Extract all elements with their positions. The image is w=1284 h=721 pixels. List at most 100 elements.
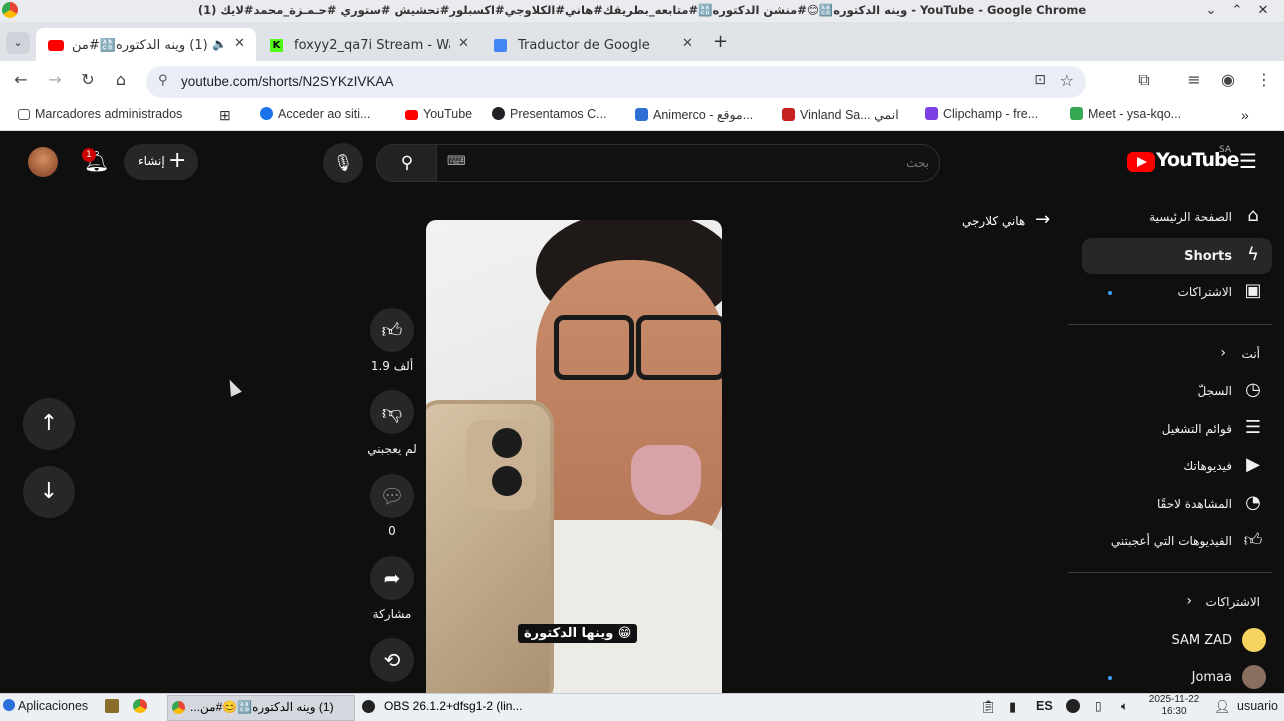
close-tab-icon[interactable]: ✕ — [682, 36, 693, 51]
remix-button[interactable]: ⟲ — [370, 638, 414, 682]
play-triangle-icon — [1137, 157, 1147, 167]
comment-count: 0 — [388, 524, 396, 538]
person-face — [536, 260, 722, 560]
network-icon[interactable]: ▮ — [1009, 699, 1016, 715]
sidebar-item-watch-later[interactable]: المشاهدة لاحقًا ◔ — [1082, 486, 1272, 522]
keyboard-icon[interactable]: ⌨ — [447, 154, 466, 169]
sidebar-item-history[interactable]: السجلّ ◷ — [1082, 373, 1272, 409]
sidebar-item-liked-videos[interactable]: الفيديوهات التي أعجبتني 👍︎ — [1082, 523, 1272, 559]
bookmark-managed[interactable]: Marcadores administrados — [18, 107, 182, 121]
files-launcher-icon[interactable] — [105, 699, 119, 713]
camera-lens — [492, 466, 522, 496]
sidebar-item-your-videos[interactable]: فيديوهاتك ▶ — [1082, 448, 1272, 484]
tab-stream[interactable]: K foxyy2_qa7i Stream - Wa ✕ — [258, 28, 480, 61]
camera-lens — [492, 428, 522, 458]
profile-icon[interactable]: ◉ — [1217, 70, 1239, 89]
chrome-launcher-icon[interactable] — [133, 699, 147, 713]
close-tab-icon[interactable]: ✕ — [458, 36, 469, 51]
extensions-icon[interactable]: ⧉ — [1133, 70, 1155, 90]
bookmark-item[interactable]: Vinland Sa... انمي — [782, 107, 899, 122]
battery-icon[interactable]: ▯ — [1095, 699, 1102, 713]
subscription-channel[interactable]: Jomaa — [1082, 659, 1272, 695]
subscriptions-icon: ▣ — [1244, 280, 1262, 301]
task-obs[interactable]: OBS 26.1.2+dfsg1-2 (lin... — [356, 695, 542, 719]
bookmark-star-icon[interactable]: ☆ — [1060, 71, 1074, 90]
notifications-badge: 1 — [82, 148, 96, 162]
sidebar-item-playlists[interactable]: قوائم التشغيل ☰ — [1082, 411, 1272, 447]
sidebar-section-subscriptions[interactable]: الاشتراكات › — [1082, 584, 1272, 620]
applications-menu[interactable]: Aplicaciones — [3, 699, 88, 713]
tab-translate[interactable]: Traductor de Google ✕ — [482, 28, 704, 61]
voice-search-button[interactable]: 🎙︎ — [323, 143, 363, 183]
home-icon[interactable]: ⌂ — [110, 70, 132, 89]
shorts-icon: ϟ — [1247, 244, 1259, 265]
sidebar-item-home[interactable]: الصفحة الرئيسية ⌂ — [1082, 199, 1272, 235]
comments-button[interactable]: 💬︎ — [370, 474, 414, 518]
chevron-right-icon: › — [1186, 593, 1192, 609]
obs-icon — [362, 700, 375, 713]
site-icon — [492, 107, 505, 120]
keyboard-layout[interactable]: ES — [1036, 699, 1053, 713]
flag-icon — [782, 108, 795, 121]
menu-icon[interactable]: ⋮ — [1253, 70, 1275, 89]
clock[interactable]: 2025-11-22 16:30 — [1142, 694, 1206, 718]
maximize-button[interactable]: ⌃ — [1228, 2, 1246, 20]
previous-short-button[interactable]: ↑ — [23, 398, 75, 450]
video-caption: وينها الدكتورة 😁 — [518, 624, 638, 643]
more-bookmarks-icon[interactable]: » — [1241, 107, 1249, 123]
speaker-icon: 🔈 — [212, 37, 227, 51]
obs-tray-icon[interactable] — [1066, 699, 1080, 713]
address-bar[interactable]: ⚲ youtube.com/shorts/N2SYKzIVKAA ⊡ ☆ — [146, 66, 1086, 98]
dislike-label: لم يعجبني — [367, 442, 417, 456]
site-info-icon[interactable]: ⚲ — [158, 73, 168, 88]
install-app-icon[interactable]: ⊡ — [1034, 72, 1046, 88]
tab-label: (1) وينه الدكتوره🔠#من — [72, 38, 208, 53]
tab-search-button[interactable]: ⌄ — [6, 32, 30, 54]
user-name[interactable]: usuario — [1237, 699, 1278, 713]
clipboard-icon[interactable]: 📋︎ — [980, 699, 997, 715]
share-button[interactable]: ➦ — [370, 556, 414, 600]
forward-icon[interactable]: → — [44, 70, 66, 89]
minimize-button[interactable]: ⌄ — [1202, 2, 1220, 20]
playlists-icon: ☰ — [1244, 417, 1262, 438]
new-tab-button[interactable]: + — [713, 31, 728, 52]
search-input[interactable] — [477, 149, 931, 177]
apps-grid-icon[interactable]: ⊞ — [219, 107, 231, 124]
channel-link[interactable]: هاني كلارجي → — [962, 209, 1050, 230]
task-chrome[interactable]: (1) وينه الدكتوره🔠😊#من... — [167, 695, 355, 721]
subscription-channel[interactable]: SAM ZAD — [1082, 622, 1272, 658]
bookmark-item[interactable]: Presentamos C... — [492, 107, 607, 121]
tab-youtube[interactable]: (1) وينه الدكتوره🔠#من 🔈 ✕ — [36, 28, 256, 61]
sidebar-item-subscriptions[interactable]: الاشتراكات ▣ — [1082, 274, 1272, 310]
task-chrome-label: (1) وينه الدكتوره🔠😊#من... — [190, 700, 334, 714]
user-icon[interactable]: 👤︎ — [1214, 699, 1231, 715]
avatar[interactable] — [28, 147, 58, 177]
bookmark-item[interactable]: Acceder ao siti... — [260, 107, 370, 121]
bookmark-item[interactable]: Clipchamp - fre... — [925, 107, 1038, 121]
bookmark-item[interactable]: Meet - ysa-kqo... — [1070, 107, 1181, 121]
close-window-button[interactable]: ✕ — [1254, 2, 1272, 20]
media-controls-icon[interactable]: ≡ — [1183, 70, 1205, 89]
create-button[interactable]: إنشاء + — [124, 144, 198, 180]
bookmark-item[interactable]: Animerco - موقع... — [635, 107, 753, 122]
next-short-button[interactable]: ↓ — [23, 466, 75, 518]
like-button[interactable]: 👍︎ — [370, 308, 414, 352]
chrome-icon — [172, 701, 185, 714]
search-box[interactable]: ⌨ — [436, 144, 940, 182]
search-button[interactable]: ⚲ — [376, 144, 438, 182]
back-icon[interactable]: ← — [10, 70, 32, 89]
short-video-player[interactable]: وينها الدكتورة 😁 — [426, 220, 722, 693]
bookmark-youtube[interactable]: YouTube — [405, 107, 472, 121]
dislike-button[interactable]: 👎︎ — [370, 390, 414, 434]
like-count: 1.9 ألف — [370, 359, 414, 373]
youtube-page: 🔔︎ 1 إنشاء + 🎙︎ ⚲ ⌨ YouTube SA ☰ ↑ ↓ 👍︎ … — [0, 131, 1284, 693]
volume-icon[interactable]: 🔈︎ — [1121, 699, 1128, 714]
reload-icon[interactable]: ↻ — [77, 70, 99, 89]
history-icon: ◷ — [1245, 379, 1261, 400]
sidebar-section-you[interactable]: أنت › — [1082, 336, 1272, 372]
guide-menu-icon[interactable]: ☰ — [1239, 149, 1257, 173]
mouse-cursor-icon — [224, 377, 242, 397]
sidebar-item-shorts[interactable]: Shorts ϟ — [1082, 238, 1272, 274]
date: 2025-11-22 — [1148, 694, 1200, 705]
close-tab-icon[interactable]: ✕ — [234, 36, 245, 51]
